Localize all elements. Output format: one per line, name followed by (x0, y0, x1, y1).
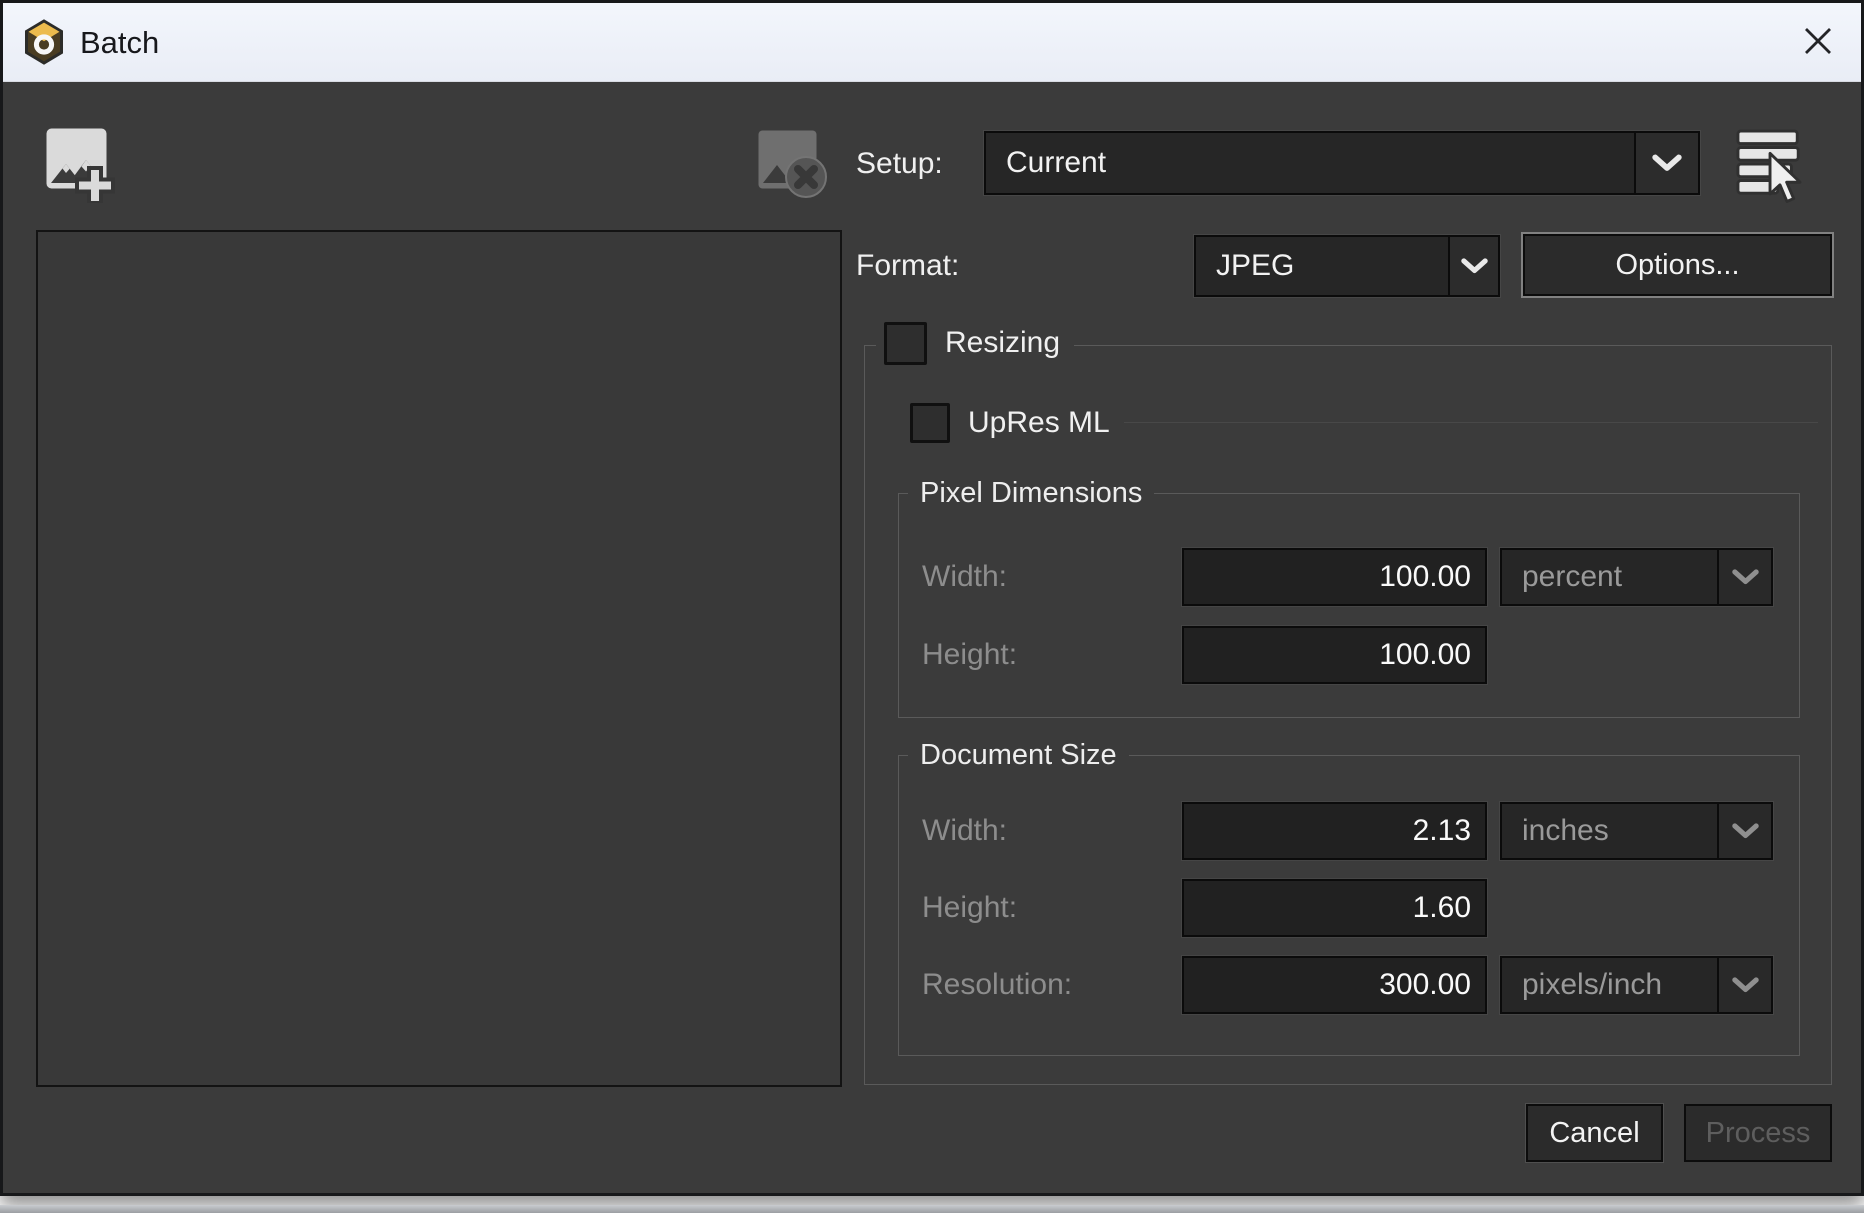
pixel-height-input[interactable]: 100.00 (1182, 626, 1487, 684)
remove-files-icon (757, 129, 833, 201)
options-button[interactable]: Options... (1523, 234, 1832, 296)
app-logo-icon (24, 19, 64, 65)
upres-ml-checkbox[interactable] (910, 403, 950, 443)
format-select[interactable]: JPEG (1194, 235, 1500, 297)
chevron-down-icon (1634, 133, 1698, 193)
doc-width-input[interactable]: 2.13 (1182, 802, 1487, 860)
pixel-dimensions-title: Pixel Dimensions (908, 474, 1154, 512)
resizing-legend: Resizing (876, 320, 1074, 366)
pixel-unit-select[interactable]: percent (1500, 548, 1773, 606)
pixel-width-input[interactable]: 100.00 (1182, 548, 1487, 606)
resolution-unit-select[interactable]: pixels/inch (1500, 956, 1773, 1014)
chevron-down-icon (1717, 550, 1771, 604)
upres-legend: UpRes ML (902, 402, 1124, 444)
upres-ml-label: UpRes ML (968, 406, 1110, 440)
remove-files-button (756, 128, 834, 202)
format-label: Format: (856, 235, 996, 297)
resolution-input[interactable]: 300.00 (1182, 956, 1487, 1014)
pixel-width-label: Width: (922, 548, 1162, 606)
doc-height-label: Height: (922, 879, 1172, 937)
close-icon (1802, 25, 1834, 57)
pixel-height-label: Height: (922, 626, 1162, 684)
chevron-down-icon (1717, 804, 1771, 858)
page-bottom-edge (0, 1205, 1864, 1213)
close-button[interactable] (1792, 16, 1844, 66)
document-size-title: Document Size (908, 736, 1129, 774)
window-title: Batch (80, 3, 159, 82)
doc-unit-value: inches (1502, 804, 1717, 858)
file-list-panel[interactable] (36, 230, 842, 1087)
chevron-down-icon (1448, 237, 1498, 295)
setup-select[interactable]: Current (984, 131, 1700, 195)
apply-preset-button[interactable] (1732, 126, 1810, 206)
title-bar[interactable] (3, 3, 1861, 82)
pixel-unit-value: percent (1502, 550, 1717, 604)
resizing-checkbox[interactable] (884, 322, 927, 365)
resolution-label: Resolution: (922, 956, 1172, 1014)
doc-height-input[interactable]: 1.60 (1182, 879, 1487, 937)
setup-label: Setup: (856, 133, 976, 195)
doc-width-label: Width: (922, 802, 1172, 860)
doc-unit-select[interactable]: inches (1500, 802, 1773, 860)
screenshot-root: Batch Setup: Current (0, 0, 1864, 1213)
apply-preset-stack-icon (1736, 128, 1806, 204)
add-files-button[interactable] (44, 126, 116, 204)
chevron-down-icon (1717, 958, 1771, 1012)
process-button: Process (1684, 1104, 1832, 1162)
resizing-label: Resizing (945, 326, 1060, 360)
format-select-value: JPEG (1196, 237, 1448, 295)
setup-select-value: Current (986, 133, 1634, 193)
add-files-icon (45, 127, 115, 203)
cancel-button[interactable]: Cancel (1526, 1104, 1663, 1162)
resolution-unit-value: pixels/inch (1502, 958, 1717, 1012)
